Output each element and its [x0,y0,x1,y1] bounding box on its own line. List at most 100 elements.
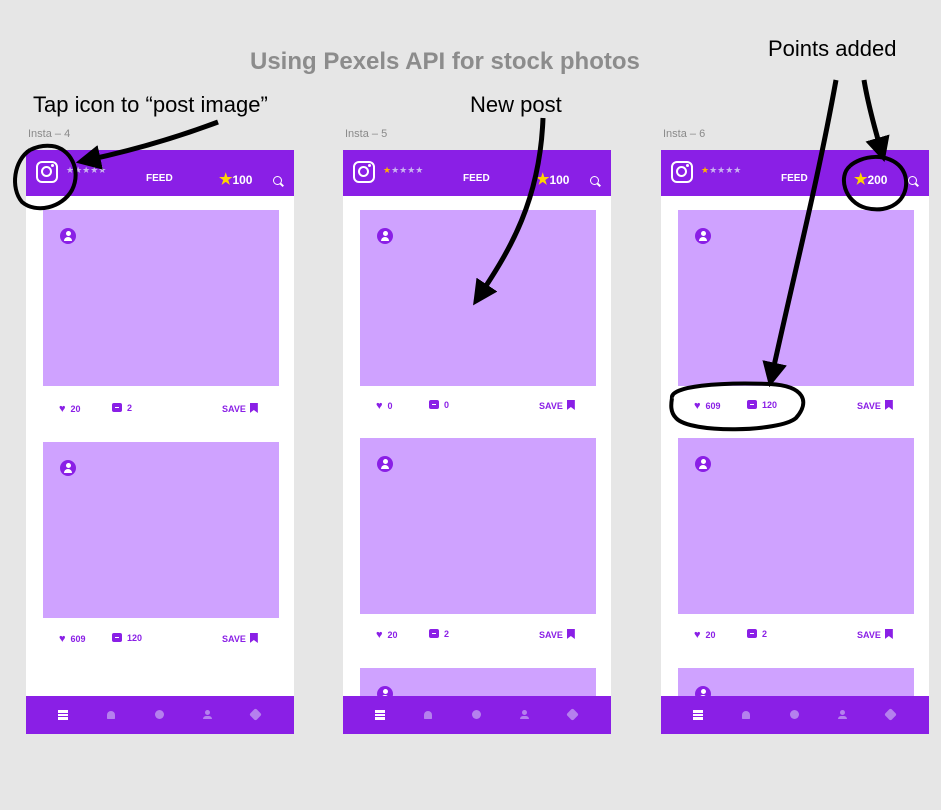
post-image[interactable] [678,438,914,614]
avatar[interactable] [695,456,711,472]
post-image[interactable] [678,210,914,386]
comment-icon [429,400,439,409]
top-bar: ★★★★★ FEED ★200 [661,150,929,196]
search-icon[interactable] [273,176,282,185]
avatar[interactable] [377,456,393,472]
save-button[interactable]: SAVE [539,629,575,640]
like-count: 609 [705,401,721,411]
save-button[interactable]: SAVE [857,400,893,411]
feed-icon[interactable] [58,710,68,720]
heart-icon: ♥ [376,629,383,641]
feed-icon[interactable] [375,710,385,720]
avatar[interactable] [60,228,76,244]
save-button[interactable]: SAVE [222,403,258,414]
search-icon[interactable] [908,176,917,185]
explore-icon[interactable] [155,710,164,719]
feed-icon[interactable] [693,710,703,720]
heart-icon: ♥ [59,403,66,415]
artboard-label-insta-4: Insta – 4 [28,128,71,140]
star-empty: ★★★★ [709,165,742,175]
points-value: 200 [867,173,888,187]
instagram-icon[interactable] [671,161,693,183]
phone-screen-insta-6: ★★★★★ FEED ★200 ♥ 609 120 SAVE ♥ 20 2 SA… [661,150,929,734]
rating-stars: ★★★★★ [66,165,107,175]
comment-button[interactable]: 2 [747,629,767,639]
feed-title: FEED [781,173,808,184]
post-image[interactable] [43,442,279,618]
like-button[interactable]: ♥ 20 [376,629,398,641]
post-image[interactable] [43,210,279,386]
bookmark-icon [884,400,893,410]
comment-count: 2 [762,629,768,639]
star-icon: ★ [536,171,550,188]
settings-icon[interactable] [566,708,579,721]
bottom-nav [343,696,611,734]
annotation-points-added: Points added [768,36,897,61]
user-icon[interactable] [520,710,529,719]
page-title: Using Pexels API for stock photos [250,48,640,75]
save-button[interactable]: SAVE [222,633,258,644]
points-value: 100 [549,173,570,187]
instagram-icon[interactable] [353,161,375,183]
comment-button[interactable]: 120 [112,633,142,643]
save-label: SAVE [539,401,563,411]
like-button[interactable]: ♥ 20 [59,403,81,415]
save-button[interactable]: SAVE [539,400,575,411]
like-button[interactable]: ♥ 20 [694,629,716,641]
comment-icon [429,629,439,638]
bell-icon[interactable] [107,711,115,719]
comment-icon [747,400,757,409]
arrow-points [861,79,890,163]
points-badge: ★200 [854,170,887,188]
user-icon[interactable] [838,710,847,719]
points-value: 100 [232,173,253,187]
explore-icon[interactable] [472,710,481,719]
bookmark-icon [249,403,258,413]
post-image[interactable] [360,210,596,386]
phone-screen-insta-5: ★★★★★ FEED ★100 ♥ 0 0 SAVE ♥ 20 2 SAVE [343,150,611,734]
comment-button[interactable]: 2 [429,629,449,639]
comment-button[interactable]: 2 [112,403,132,413]
comment-icon [112,633,122,642]
like-count: 0 [387,401,393,411]
avatar[interactable] [60,460,76,476]
comment-count: 2 [127,403,133,413]
bottom-nav [26,696,294,734]
like-button[interactable]: ♥ 609 [59,633,86,645]
heart-icon: ♥ [694,400,701,412]
instagram-icon[interactable] [36,161,58,183]
search-icon[interactable] [590,176,599,185]
comment-icon [112,403,122,412]
comment-button[interactable]: 0 [429,400,449,410]
bookmark-icon [566,400,575,410]
bell-icon[interactable] [742,711,750,719]
avatar[interactable] [695,228,711,244]
post-actions: ♥ 609 120 SAVE [26,631,294,647]
post-image[interactable] [360,438,596,614]
bookmark-icon [249,633,258,643]
settings-icon[interactable] [884,708,897,721]
comment-button[interactable]: 120 [747,400,777,410]
post-actions: ♥ 20 2 SAVE [26,401,294,417]
save-label: SAVE [539,630,563,640]
top-bar: ★★★★★ FEED ★100 [343,150,611,196]
star-icon: ★ [854,171,868,188]
post-actions: ♥ 0 0 SAVE [343,398,611,414]
rating-stars: ★★★★★ [701,165,741,176]
bookmark-icon [566,629,575,639]
save-button[interactable]: SAVE [857,629,893,640]
like-button[interactable]: ♥ 0 [376,400,393,412]
bell-icon[interactable] [424,711,432,719]
user-icon[interactable] [203,710,212,719]
explore-icon[interactable] [790,710,799,719]
feed-title: FEED [146,173,173,184]
save-label: SAVE [857,401,881,411]
points-badge: ★100 [219,170,252,188]
post-actions: ♥ 609 120 SAVE [661,398,929,414]
bookmark-icon [884,629,893,639]
avatar[interactable] [377,228,393,244]
like-count: 20 [705,630,716,640]
settings-icon[interactable] [249,708,262,721]
like-button[interactable]: ♥ 609 [694,400,721,412]
save-label: SAVE [857,630,881,640]
